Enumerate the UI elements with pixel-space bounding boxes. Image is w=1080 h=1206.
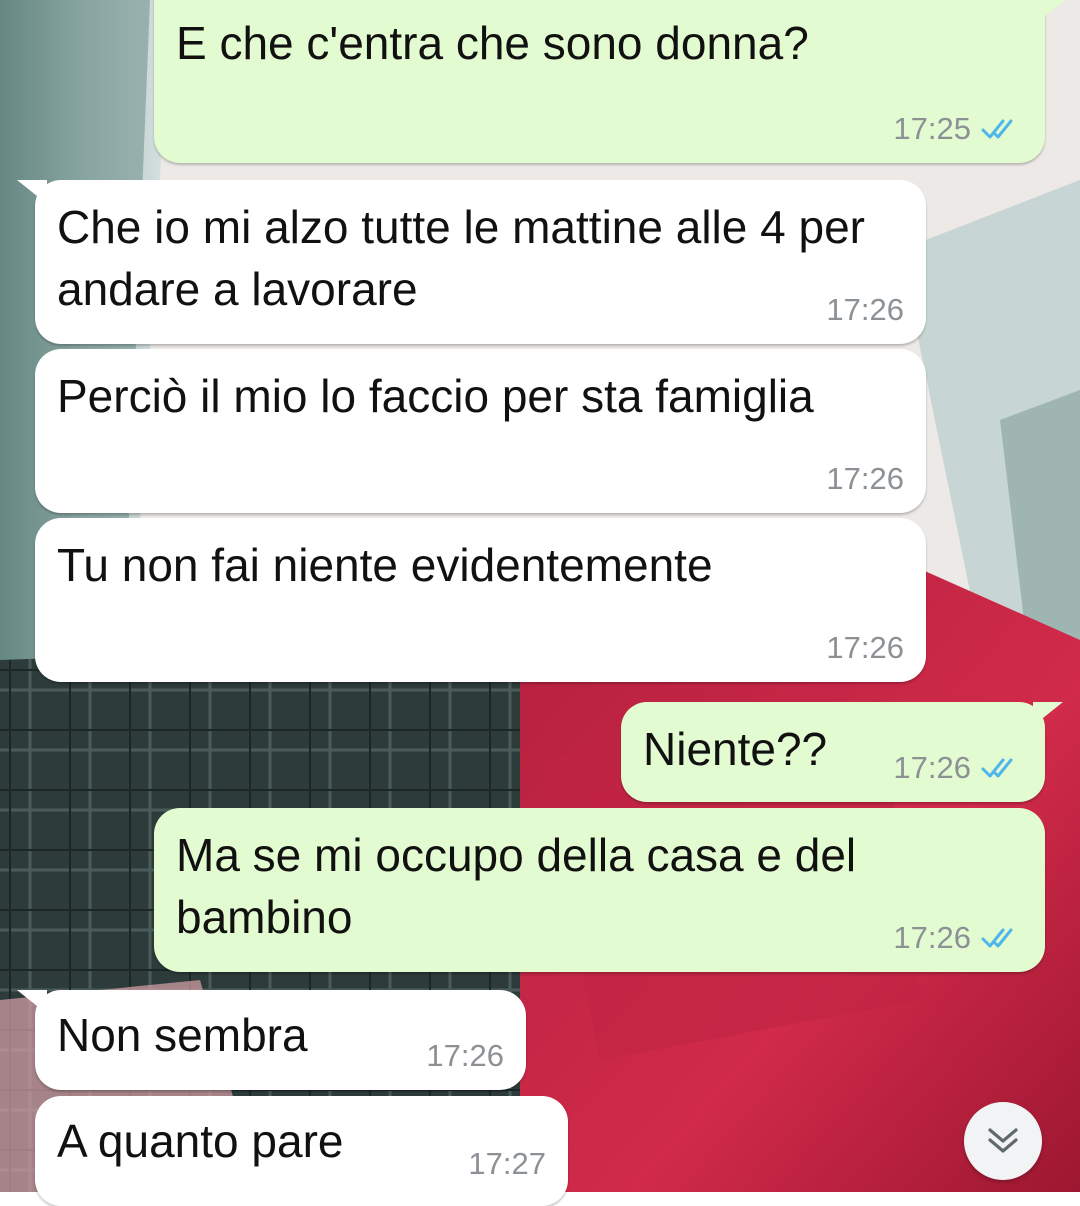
bubble-tail xyxy=(17,180,47,204)
message-meta: 17:26 xyxy=(893,748,1023,788)
double-check-icon xyxy=(981,758,1013,778)
bubble-tail xyxy=(1033,702,1063,726)
message-outgoing[interactable]: E che c'entra che sono donna? 17:25 xyxy=(154,0,1065,163)
message-incoming[interactable]: Non sembra 17:26 xyxy=(17,990,526,1090)
message-meta: 17:26 xyxy=(893,918,1023,958)
message-time: 17:26 xyxy=(826,292,904,327)
bubble-tail xyxy=(17,990,47,1014)
message-incoming[interactable]: Che io mi alzo tutte le mattine alle 4 p… xyxy=(17,180,926,344)
message-time: 17:27 xyxy=(468,1146,546,1181)
message-outgoing[interactable]: Niente?? 17:26 xyxy=(621,702,1063,802)
message-time: 17:26 xyxy=(426,1038,504,1073)
scroll-to-bottom-button[interactable] xyxy=(964,1102,1042,1180)
message-outgoing[interactable]: Ma se mi occupo della casa e del bambino… xyxy=(154,808,1045,972)
double-check-icon xyxy=(981,119,1013,139)
message-incoming[interactable]: A quanto pare 17:27 xyxy=(35,1096,568,1206)
message-incoming[interactable]: Perciò il mio lo faccio per sta famiglia… xyxy=(35,349,926,513)
message-meta: 17:26 xyxy=(826,459,904,499)
message-text: E che c'entra che sono donna? xyxy=(176,17,809,69)
message-meta: 17:25 xyxy=(893,109,1023,149)
double-check-icon xyxy=(981,928,1013,948)
message-time: 17:26 xyxy=(893,920,971,955)
message-text: Ma se mi occupo della casa e del bambino xyxy=(176,829,869,943)
message-text: Che io mi alzo tutte le mattine alle 4 p… xyxy=(57,201,878,315)
message-meta: 17:26 xyxy=(426,1036,504,1076)
message-text: Tu non fai niente evidentemente xyxy=(57,539,713,591)
message-time: 17:26 xyxy=(826,630,904,665)
message-time: 17:26 xyxy=(893,750,971,785)
message-incoming[interactable]: Tu non fai niente evidentemente 17:26 xyxy=(35,518,926,682)
message-time: 17:25 xyxy=(893,111,971,146)
message-meta: 17:26 xyxy=(826,290,904,330)
message-text: Perciò il mio lo faccio per sta famiglia xyxy=(57,370,814,422)
bubble-tail xyxy=(1035,0,1065,24)
message-meta: 17:27 xyxy=(468,1144,546,1184)
message-time: 17:26 xyxy=(826,461,904,496)
chevron-double-down-icon xyxy=(988,1128,1018,1153)
message-meta: 17:26 xyxy=(826,628,904,668)
